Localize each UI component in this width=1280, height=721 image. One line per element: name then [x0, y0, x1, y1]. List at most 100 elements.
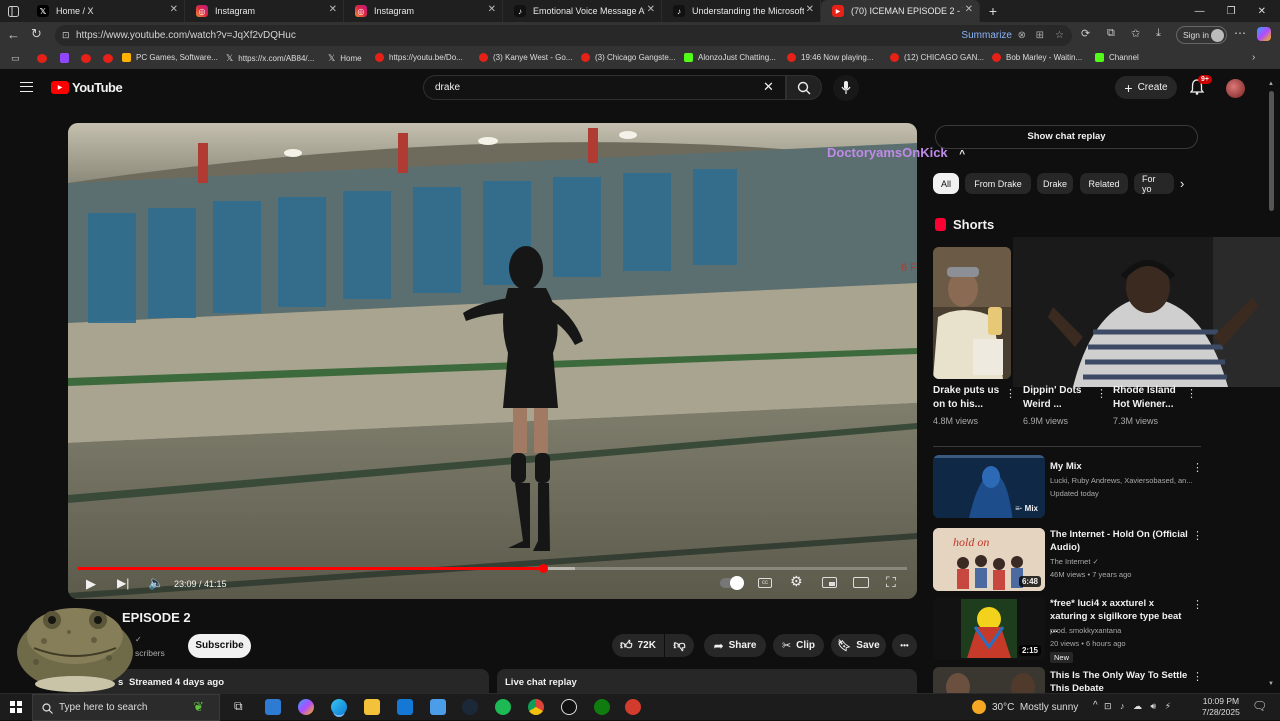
bookmark-item[interactable]: (3) Kanye West - Go... [479, 53, 572, 62]
chip-related[interactable]: Related [1080, 173, 1128, 194]
tab-actions-icon[interactable] [0, 0, 26, 22]
hamburger-menu-icon[interactable] [20, 82, 33, 92]
short-title[interactable]: Dippin' Dots Weird ... [1023, 384, 1101, 412]
summarize-button[interactable]: Summarize [961, 25, 1012, 46]
bookmark-item[interactable]: Channel [1095, 53, 1139, 62]
task-view-icon[interactable]: ⧉ [234, 699, 243, 714]
bookmark-item[interactable]: Bob Marley - Waitin... [992, 53, 1082, 62]
play-icon[interactable]: ▶ [86, 576, 96, 592]
weather-text[interactable]: 30°C Mostly sunny [992, 702, 1078, 713]
maximize-icon[interactable]: ❐ [1227, 6, 1236, 17]
tab-tiktok-2[interactable]: ♪ Understanding the Microsoft Red ✕ [662, 0, 821, 22]
bookmark-folder-icon[interactable]: ▭ [11, 53, 20, 64]
short-title[interactable]: Rhode Island Hot Wiener... [1113, 384, 1191, 412]
minimize-icon[interactable]: — [1195, 6, 1205, 17]
file-explorer-icon[interactable] [364, 699, 380, 715]
favorites-icon[interactable]: ✩ [1131, 27, 1140, 40]
more-actions-button[interactable]: ••• [892, 634, 917, 657]
page-scrollbar[interactable]: ▲ ▼ [1268, 81, 1274, 687]
windows-start-icon[interactable] [10, 701, 22, 713]
clip-button[interactable]: ✂ Clip [773, 634, 824, 657]
dislike-button[interactable]: 👎︎ [665, 634, 694, 657]
youtube-logo[interactable]: ▶ YouTube [51, 80, 123, 95]
theater-mode-icon[interactable] [853, 577, 869, 588]
kebab-menu-icon[interactable]: ⋮ [1192, 670, 1203, 683]
kebab-menu-icon[interactable]: ⋮ [1005, 387, 1016, 400]
live-chat-replay-header[interactable]: Live chat replay [497, 669, 917, 693]
chip-all[interactable]: All [933, 173, 959, 194]
bookmark-item[interactable]: PC Games, Software... [122, 53, 218, 62]
short-title[interactable]: Drake puts us on to his... [933, 384, 1011, 412]
miniplayer-icon[interactable] [822, 577, 837, 588]
kebab-menu-icon[interactable]: ⋮ [1192, 529, 1203, 542]
create-button[interactable]: + Create [1115, 76, 1177, 99]
video-player[interactable]: 6 F ▶ ▶| 🔈 23:09 / 41:15 cc ⚙ ⛶ [68, 123, 917, 599]
bookmark-item[interactable]: (12) CHICAGO GAN... [890, 53, 984, 62]
twitch-bookmark-icon[interactable] [60, 53, 69, 63]
short-thumbnail[interactable] [1013, 237, 1280, 387]
short-thumbnail[interactable] [933, 247, 1011, 379]
bookmark-item[interactable]: https://youtu.be/Do... [375, 53, 463, 62]
tab-home-x[interactable]: 𝕏 Home / X ✕ [26, 0, 185, 22]
chip-drake[interactable]: Drake [1037, 173, 1073, 194]
xbox-icon[interactable] [594, 699, 610, 715]
weather-icon[interactable] [972, 700, 986, 714]
youtube-bookmark-icon[interactable] [37, 54, 47, 63]
video-channel[interactable]: The Internet ✓ [1050, 557, 1200, 566]
youtube-bookmark-icon[interactable] [103, 54, 113, 63]
video-channel[interactable]: Lucki, Ruby Andrews, Xaviersobased, an..… [1050, 476, 1200, 485]
fullscreen-icon[interactable]: ⛶ [886, 574, 896, 591]
chips-chevron-right-icon[interactable]: › [1180, 176, 1184, 191]
extensions-icon[interactable]: ⟳ [1081, 27, 1090, 40]
close-icon[interactable]: ✕ [647, 4, 655, 15]
taskbar-app-icon[interactable] [265, 699, 281, 715]
new-tab-button[interactable]: + [980, 3, 1006, 19]
steam-icon[interactable] [462, 699, 478, 715]
progress-track[interactable] [78, 564, 907, 573]
favorite-star-icon[interactable]: ☆ [1055, 25, 1064, 46]
scrubber-handle[interactable] [539, 564, 549, 573]
bookmark-item[interactable]: 19:46 Now playing... [787, 53, 874, 62]
notification-center-icon[interactable]: 🗨︎ [1252, 699, 1267, 713]
download-icon[interactable]: ⤓ [1156, 27, 1161, 40]
close-icon[interactable]: ✕ [170, 4, 178, 15]
site-info-icon[interactable]: ⊡ [62, 25, 70, 46]
video-title[interactable]: The Internet - Hold On (Official Audio) [1050, 528, 1190, 554]
copilot-taskbar-icon[interactable] [298, 699, 314, 715]
taskbar-clock[interactable]: 10:09 PM 7/28/2025 [1202, 696, 1240, 718]
clear-search-icon[interactable]: ✕ [763, 79, 774, 95]
apps-icon[interactable]: ⊞ [1036, 25, 1044, 46]
extension-puzzle-icon[interactable]: ⧉ [1107, 27, 1115, 40]
like-button[interactable]: 👍︎ 72K [612, 634, 664, 657]
close-icon[interactable]: ✕ [965, 4, 973, 15]
chip-for-you[interactable]: For yo [1134, 173, 1174, 194]
avatar[interactable] [1226, 79, 1245, 98]
chrome-icon[interactable] [528, 699, 544, 715]
bookmark-item[interactable]: AlonzoJust Chatting... [684, 53, 776, 62]
outlook-icon[interactable] [397, 699, 413, 715]
tray-icons[interactable]: ⊡ ♪ ☁ 🔊︎ ⚡ [1104, 701, 1174, 712]
url-bar[interactable]: ⊡ https://www.youtube.com/watch?v=JqXf2v… [55, 25, 1072, 46]
video-title[interactable]: My Mix [1050, 460, 1190, 473]
search-input[interactable]: drake [423, 75, 786, 100]
refresh-icon[interactable]: ↻ [31, 26, 42, 42]
captions-icon[interactable]: cc [758, 578, 772, 588]
video-title[interactable]: This Is The Only Way To Settle This Deba… [1050, 669, 1190, 693]
github-icon[interactable] [561, 699, 577, 715]
chevron-right-icon[interactable]: › [1252, 52, 1255, 63]
scrollbar-thumb[interactable] [1269, 91, 1274, 211]
video-thumbnail[interactable]: 2:15 [933, 597, 1045, 660]
video-channel[interactable]: prod. smokkyxantana [1050, 626, 1200, 635]
next-icon[interactable]: ▶| [117, 576, 129, 590]
youtube-bookmark-icon[interactable] [81, 54, 91, 63]
kebab-menu-icon[interactable]: ⋮ [1192, 598, 1203, 611]
search-button[interactable] [786, 75, 822, 100]
tab-tiktok-1[interactable]: ♪ Emotional Voice Message After a ✕ [503, 0, 662, 22]
bookmark-item[interactable]: 𝕏 Home [328, 53, 362, 64]
close-icon[interactable]: ✕ [329, 4, 337, 15]
sign-in-button[interactable]: Sign in [1176, 26, 1227, 44]
kebab-menu-icon[interactable]: ⋮ [1192, 461, 1203, 474]
autoplay-toggle[interactable] [720, 576, 744, 590]
volume-icon[interactable]: 🔈 [148, 575, 164, 591]
close-icon[interactable]: ✕ [488, 4, 496, 15]
